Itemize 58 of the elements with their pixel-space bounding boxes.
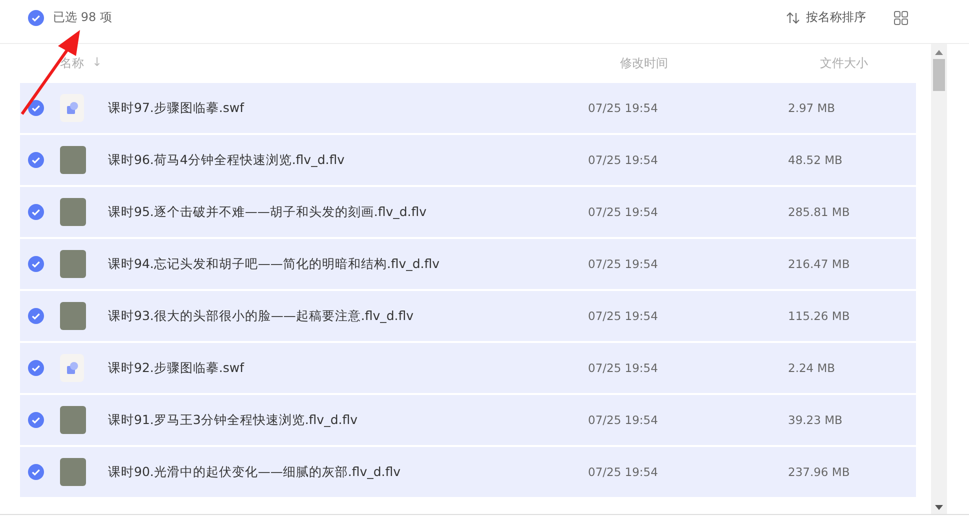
- file-size: 285.81 MB: [788, 205, 850, 219]
- file-size: 48.52 MB: [788, 153, 842, 167]
- file-size: 216.47 MB: [788, 257, 850, 271]
- sort-button[interactable]: 按名称排序: [786, 9, 866, 26]
- scroll-up-icon[interactable]: [935, 50, 943, 55]
- checkbox-checked-icon[interactable]: [28, 204, 44, 220]
- file-size: 2.24 MB: [788, 361, 836, 375]
- file-size: 2.97 MB: [788, 101, 836, 115]
- file-name[interactable]: 课时97.步骤图临摹.swf: [108, 100, 588, 116]
- file-row[interactable]: 课时91.罗马王3分钟全程快速浏览.flv_d.flv 07/25 19:54 39.23 MB: [20, 395, 916, 445]
- file-size: 237.96 MB: [788, 465, 850, 479]
- modified-time: 07/25 19:54: [588, 361, 659, 375]
- file-name[interactable]: 课时90.光滑中的起伏变化——细腻的灰部.flv_d.flv: [108, 464, 588, 480]
- modified-time: 07/25 19:54: [588, 413, 659, 427]
- checkbox-checked-icon[interactable]: [28, 412, 44, 428]
- modified-time: 07/25 19:54: [588, 257, 659, 271]
- select-all-checkbox[interactable]: [28, 10, 44, 26]
- photo-placeholder: [60, 198, 86, 226]
- file-row[interactable]: 课时93.很大的头部很小的脸——起稿要注意.flv_d.flv 07/25 19:54 115.26 MB: [20, 291, 916, 341]
- photo-placeholder: [60, 458, 86, 486]
- modified-time: 07/25 19:54: [588, 465, 659, 479]
- selection-count: 已选 98 项: [53, 9, 112, 26]
- file-row[interactable]: 课时97.步骤图临摹.swf 07/25 19:54 2.97 MB: [20, 83, 916, 133]
- photo-placeholder: [60, 406, 86, 434]
- file-icon: [60, 354, 84, 382]
- checkbox-checked-icon[interactable]: [28, 308, 44, 324]
- photo-placeholder: [60, 146, 86, 174]
- file-name[interactable]: 课时93.很大的头部很小的脸——起稿要注意.flv_d.flv: [108, 308, 588, 324]
- checkbox-checked-icon[interactable]: [28, 152, 44, 168]
- file-row[interactable]: 课时96.荷马4分钟全程快速浏览.flv_d.flv 07/25 19:54 48.52 MB: [20, 135, 916, 185]
- modified-time: 07/25 19:54: [588, 101, 659, 115]
- file-name[interactable]: 课时96.荷马4分钟全程快速浏览.flv_d.flv: [108, 152, 588, 168]
- file-size: 115.26 MB: [788, 309, 850, 323]
- sort-arrow-icon: ↓: [92, 55, 102, 72]
- file-row[interactable]: 课时94.忘记头发和胡子吧——简化的明暗和结构.flv_d.flv 07/25 19:54 216.47 MB: [20, 239, 916, 289]
- file-name[interactable]: 课时95.逐个击破并不难——胡子和头发的刻画.flv_d.flv: [108, 204, 588, 220]
- checkbox-checked-icon[interactable]: [28, 100, 44, 116]
- checkbox-checked-icon[interactable]: [28, 360, 44, 376]
- scroll-down-icon[interactable]: [935, 505, 943, 510]
- scrollbar-thumb[interactable]: [933, 59, 945, 91]
- modified-time: 07/25 19:54: [588, 153, 659, 167]
- checkbox-checked-icon[interactable]: [28, 256, 44, 272]
- photo-placeholder: [60, 302, 86, 330]
- modified-time: 07/25 19:54: [588, 205, 659, 219]
- file-row[interactable]: 课时95.逐个击破并不难——胡子和头发的刻画.flv_d.flv 07/25 19:54 285.81 MB: [20, 187, 916, 237]
- modified-time: 07/25 19:54: [588, 309, 659, 323]
- file-name[interactable]: 课时92.步骤图临摹.swf: [108, 360, 588, 376]
- file-icon: [60, 94, 84, 122]
- checkbox-checked-icon[interactable]: [28, 464, 44, 480]
- file-size: 39.23 MB: [788, 413, 842, 427]
- grid-view-icon[interactable]: [894, 10, 908, 24]
- file-row[interactable]: 课时92.步骤图临摹.swf 07/25 19:54 2.24 MB: [20, 343, 916, 393]
- file-name[interactable]: 课时91.罗马王3分钟全程快速浏览.flv_d.flv: [108, 412, 588, 428]
- file-row[interactable]: 课时90.光滑中的起伏变化——细腻的灰部.flv_d.flv 07/25 19:54 237.96 MB: [20, 447, 916, 497]
- photo-placeholder: [60, 250, 86, 278]
- file-name[interactable]: 课时94.忘记头发和胡子吧——简化的明暗和结构.flv_d.flv: [108, 256, 588, 272]
- sort-icon: [786, 12, 800, 24]
- scrollbar[interactable]: [931, 44, 947, 514]
